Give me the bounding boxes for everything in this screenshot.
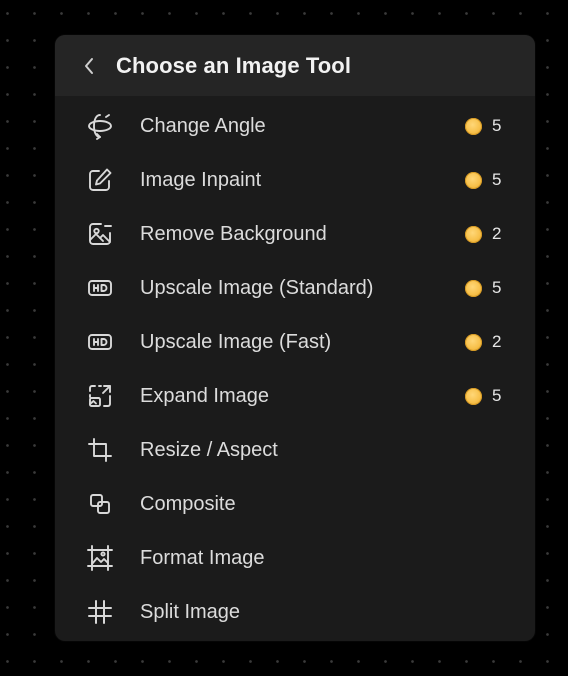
image-tool-panel: Choose an Image Tool Change Angle 5 Imag…: [55, 35, 535, 641]
back-button[interactable]: [83, 51, 103, 81]
cost-value: 5: [492, 386, 502, 405]
credit-cost: 2: [465, 332, 501, 352]
coin-icon: [465, 171, 482, 189]
tool-label: Upscale Image (Fast): [140, 330, 332, 353]
tool-label: Expand Image: [140, 384, 269, 407]
cost-value: 2: [492, 332, 502, 351]
panel-title: Choose an Image Tool: [116, 52, 352, 78]
tool-label: Format Image: [140, 546, 265, 569]
credit-cost: 5: [465, 386, 501, 406]
panel-header: Choose an Image Tool: [55, 35, 535, 96]
credit-cost: 2: [465, 224, 501, 244]
coin-icon: [465, 117, 482, 135]
canvas-background: Choose an Image Tool Change Angle 5 Imag…: [0, 0, 568, 676]
rotate-3d-icon: [86, 112, 114, 140]
tool-item-expand-image[interactable]: Expand Image 5: [55, 369, 535, 423]
tool-label: Remove Background: [140, 222, 327, 245]
tool-label: Change Angle: [140, 114, 266, 137]
image-remove-icon: [86, 220, 114, 248]
cost-value: 5: [492, 116, 502, 135]
tool-label: Split Image: [140, 600, 241, 623]
tool-item-upscale-standard[interactable]: Upscale Image (Standard) 5: [55, 261, 535, 315]
hd-icon: [86, 274, 114, 302]
coin-icon: [465, 333, 482, 351]
credit-cost: 5: [465, 278, 501, 298]
tool-item-remove-background[interactable]: Remove Background 2: [55, 207, 535, 261]
coin-icon: [465, 225, 482, 243]
cost-value: 5: [492, 170, 502, 189]
expand-image-icon: [86, 382, 114, 410]
tool-item-image-inpaint[interactable]: Image Inpaint 5: [55, 153, 535, 207]
composite-squares-icon: [86, 490, 114, 518]
tool-label: Upscale Image (Standard): [140, 276, 374, 299]
tool-item-resize-aspect[interactable]: Resize / Aspect: [55, 423, 535, 477]
hd-icon: [86, 328, 114, 356]
edit-pencil-icon: [86, 166, 114, 194]
tool-item-change-angle[interactable]: Change Angle 5: [55, 99, 535, 153]
tool-item-format-image[interactable]: Format Image: [55, 531, 535, 585]
tool-label: Resize / Aspect: [140, 438, 278, 461]
tool-item-composite[interactable]: Composite: [55, 477, 535, 531]
credit-cost: 5: [465, 116, 501, 136]
coin-icon: [465, 387, 482, 405]
cost-value: 2: [492, 224, 502, 243]
chevron-left-icon: [83, 57, 95, 75]
tool-label: Image Inpaint: [140, 168, 262, 191]
grid-hash-icon: [86, 598, 114, 626]
tool-label: Composite: [140, 492, 236, 515]
format-frame-icon: [86, 544, 114, 572]
cost-value: 5: [492, 278, 502, 297]
tool-item-upscale-fast[interactable]: Upscale Image (Fast) 2: [55, 315, 535, 369]
crop-icon: [86, 436, 114, 464]
credit-cost: 5: [465, 170, 501, 190]
coin-icon: [465, 279, 482, 297]
tool-item-split-image[interactable]: Split Image: [55, 585, 535, 639]
